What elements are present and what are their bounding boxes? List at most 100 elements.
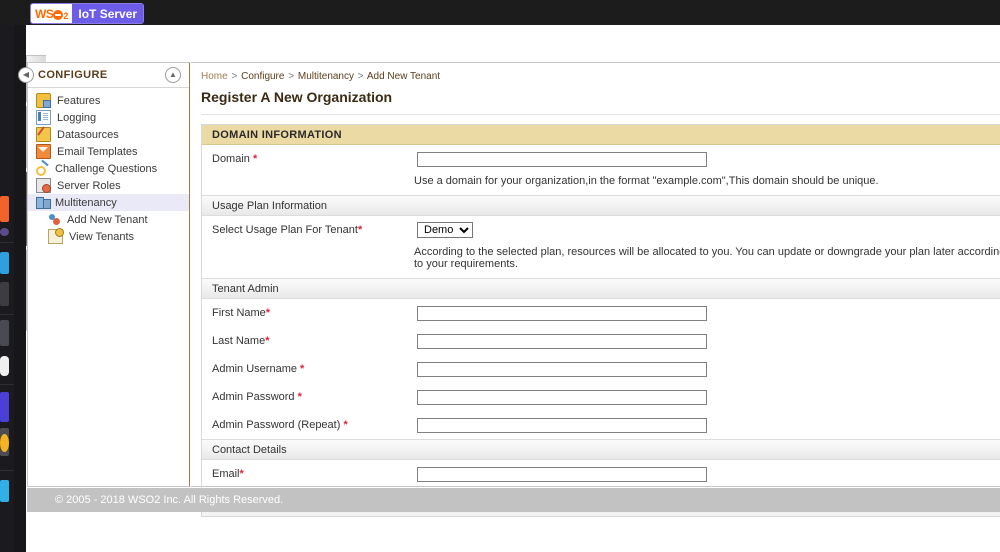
main-content: Home > Configure > Multitenancy > Add Ne… bbox=[191, 62, 1000, 517]
form-row-first-name: First Name* bbox=[202, 299, 1000, 327]
logging-icon bbox=[36, 110, 51, 125]
wso2-orb-icon bbox=[53, 9, 64, 20]
last-name-input[interactable] bbox=[417, 333, 707, 349]
dock-divider-4 bbox=[0, 470, 14, 471]
breadcrumb-separator: > bbox=[231, 71, 238, 82]
form-row-usage-plan: Select Usage Plan For Tenant* Demo bbox=[202, 216, 1000, 244]
sidebar-item-label: Challenge Questions bbox=[55, 162, 158, 175]
features-icon bbox=[36, 93, 51, 108]
breadcrumb-multitenancy[interactable]: Multitenancy bbox=[298, 71, 354, 82]
breadcrumb-add-new-tenant: Add New Tenant bbox=[366, 71, 441, 82]
form-row-email: Email* bbox=[202, 460, 1000, 488]
sidebar-item-label: Datasources bbox=[57, 128, 119, 141]
dock-icon-4 bbox=[0, 282, 9, 306]
admin-password-repeat-input[interactable] bbox=[417, 417, 707, 433]
required-marker: * bbox=[265, 335, 270, 347]
multitenancy-icon bbox=[36, 196, 51, 209]
dock-icon-10 bbox=[0, 480, 9, 502]
dock-icon-2 bbox=[0, 228, 9, 236]
sidebar-item-email-templates[interactable]: Email Templates bbox=[28, 143, 189, 160]
sidebar-menu: Features Logging Datasources Email Templ… bbox=[28, 88, 189, 245]
breadcrumb-separator: > bbox=[288, 71, 295, 82]
form-row-domain: Domain * bbox=[202, 145, 1000, 173]
required-marker: * bbox=[297, 391, 302, 403]
last-name-label-text: Last Name bbox=[212, 335, 266, 347]
email-label-text: Email bbox=[212, 468, 240, 480]
required-marker: * bbox=[343, 419, 348, 431]
form-row-admin-password: Admin Password * bbox=[202, 383, 1000, 411]
form-row-admin-username: Admin Username * bbox=[202, 355, 1000, 383]
admin-password-repeat-label: Admin Password (Repeat) * bbox=[212, 419, 417, 431]
sidebar-collapse-button[interactable]: ◀ bbox=[18, 67, 34, 83]
configure-sidebar: CONFIGURE ▲ Features Logging Datasources bbox=[27, 62, 190, 487]
first-name-input[interactable] bbox=[417, 305, 707, 321]
dock-icon-7 bbox=[0, 392, 9, 422]
sidebar-item-label: Email Templates bbox=[57, 145, 138, 158]
breadcrumb-configure[interactable]: Configure bbox=[241, 71, 284, 82]
admin-username-label: Admin Username * bbox=[212, 363, 417, 375]
domain-hint: Use a domain for your organization,in th… bbox=[414, 175, 879, 187]
usage-plan-select[interactable]: Demo bbox=[417, 222, 473, 238]
copyright-text: © 2005 - 2018 WSO2 Inc. All Rights Reser… bbox=[55, 494, 284, 506]
sidebar-item-multitenancy[interactable]: Multitenancy bbox=[28, 194, 189, 211]
usage-plan-label-text: Select Usage Plan For Tenant bbox=[212, 224, 358, 236]
challenge-icon bbox=[36, 162, 49, 176]
sidebar-item-features[interactable]: Features bbox=[28, 92, 189, 109]
admin-password-label-text: Admin Password bbox=[212, 391, 298, 403]
usage-plan-label: Select Usage Plan For Tenant* bbox=[212, 224, 417, 236]
breadcrumb-separator: > bbox=[357, 71, 364, 82]
form-row-admin-password-repeat: Admin Password (Repeat) * bbox=[202, 411, 1000, 439]
sidebar-item-label: Server Roles bbox=[57, 179, 121, 192]
section-header-domain-information: DOMAIN INFORMATION bbox=[202, 125, 1000, 145]
usage-plan-hint: According to the selected plan, resource… bbox=[414, 246, 1000, 270]
sidebar-item-datasources[interactable]: Datasources bbox=[28, 126, 189, 143]
required-marker: * bbox=[357, 224, 363, 236]
required-marker: * bbox=[252, 153, 258, 165]
product-logo[interactable]: WS 2 IoT Server bbox=[30, 3, 145, 24]
dock-icon-9 bbox=[0, 434, 9, 452]
required-marker: * bbox=[300, 363, 305, 375]
top-bar: WS 2 IoT Server bbox=[0, 0, 1000, 25]
os-dock bbox=[0, 0, 14, 552]
wso2-logo-subscript: 2 bbox=[63, 10, 69, 21]
app-screen: WS 2 IoT Server Main Monitor Configure Ex… bbox=[0, 0, 1000, 552]
sidebar-header: CONFIGURE ▲ bbox=[28, 63, 189, 88]
product-name-label: IoT Server bbox=[72, 4, 144, 23]
sidebar-item-label: View Tenants bbox=[69, 230, 135, 243]
email-label: Email* bbox=[212, 468, 417, 480]
chevron-up-icon[interactable]: ▲ bbox=[165, 67, 181, 83]
form-row-last-name: Last Name* bbox=[202, 327, 1000, 355]
datasources-icon bbox=[36, 127, 51, 142]
breadcrumb-home[interactable]: Home bbox=[201, 71, 228, 82]
dock-divider-3 bbox=[0, 384, 14, 385]
domain-input[interactable] bbox=[417, 151, 707, 167]
admin-password-repeat-label-text: Admin Password (Repeat) bbox=[212, 419, 344, 431]
sidebar-title: CONFIGURE bbox=[38, 69, 108, 81]
sidebar-item-add-new-tenant[interactable]: Add New Tenant bbox=[28, 211, 189, 228]
desktop-background bbox=[0, 0, 26, 552]
sidebar-item-view-tenants[interactable]: View Tenants bbox=[28, 228, 189, 245]
dock-divider-1 bbox=[0, 242, 14, 243]
wso2-logo-mark: WS 2 bbox=[31, 4, 73, 23]
last-name-label: Last Name* bbox=[212, 335, 417, 347]
admin-username-label-text: Admin Username bbox=[212, 363, 301, 375]
first-name-label-text: First Name bbox=[212, 307, 266, 319]
sidebar-item-label: Logging bbox=[57, 111, 97, 124]
dock-icon-5 bbox=[0, 320, 9, 346]
email-icon bbox=[36, 144, 51, 159]
sidebar-item-server-roles[interactable]: Server Roles bbox=[28, 177, 189, 194]
dock-icon-6 bbox=[0, 356, 9, 376]
section-header-usage-plan: Usage Plan Information bbox=[202, 195, 1000, 216]
tenant-registration-form: DOMAIN INFORMATION Domain * Use a domain… bbox=[201, 124, 1000, 517]
admin-password-input[interactable] bbox=[417, 389, 707, 405]
sidebar-item-label: Features bbox=[57, 94, 101, 107]
add-tenant-icon bbox=[48, 213, 61, 226]
email-input[interactable] bbox=[417, 466, 707, 482]
footer: © 2005 - 2018 WSO2 Inc. All Rights Reser… bbox=[27, 488, 1000, 512]
dock-icon-1 bbox=[0, 196, 9, 222]
admin-username-input[interactable] bbox=[417, 361, 707, 377]
sidebar-item-challenge-questions[interactable]: Challenge Questions bbox=[28, 160, 189, 177]
sidebar-item-logging[interactable]: Logging bbox=[28, 109, 189, 126]
required-marker: * bbox=[239, 468, 244, 480]
server-roles-icon bbox=[36, 178, 51, 193]
